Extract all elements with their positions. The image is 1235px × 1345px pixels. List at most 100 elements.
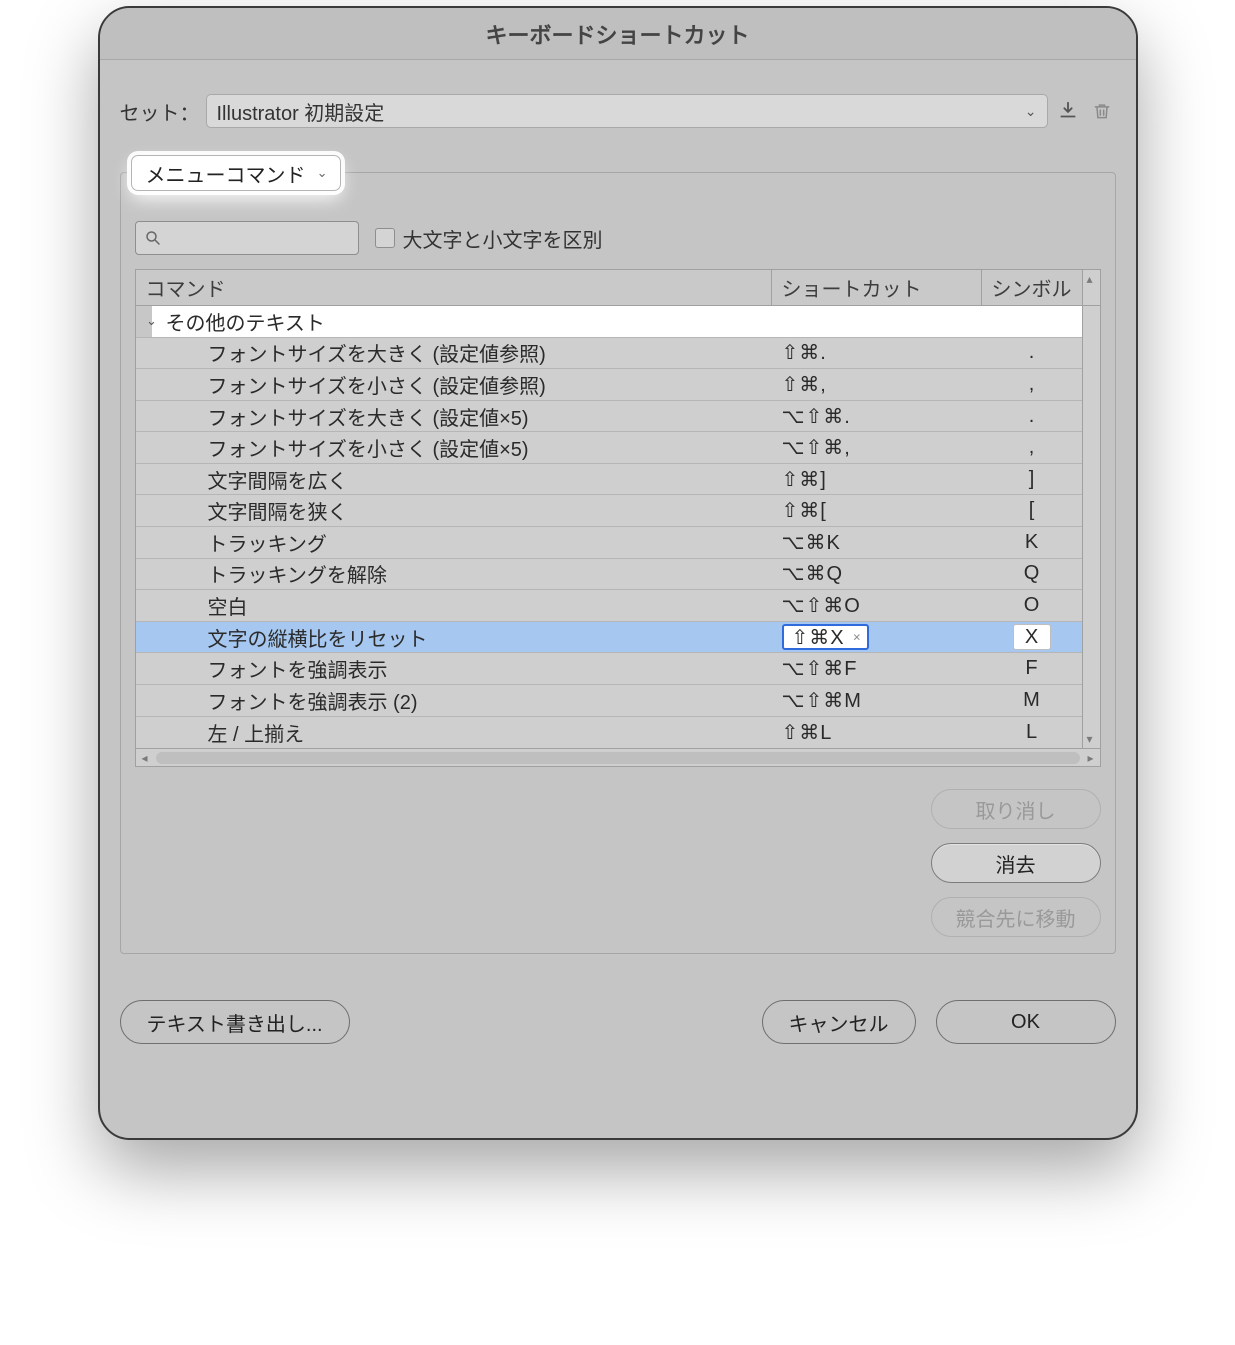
symbol-label: [	[1029, 499, 1035, 522]
table-row[interactable]: フォントサイズを小さく (設定値×5) ⌥⇧⌘,,	[136, 432, 1082, 464]
checkbox-icon	[375, 228, 395, 248]
export-text-button[interactable]: テキスト書き出し...	[120, 1000, 350, 1044]
undo-button[interactable]: 取り消し	[931, 789, 1101, 829]
symbol-edit-field[interactable]: X	[1013, 624, 1051, 650]
delete-set-button[interactable]	[1088, 97, 1116, 125]
set-label: セット：	[120, 97, 200, 126]
scroll-right-icon: ▸	[1082, 751, 1100, 765]
symbol-label: L	[1026, 721, 1037, 744]
clear-button[interactable]: 消去	[931, 843, 1101, 883]
table-row[interactable]: フォントサイズを大きく (設定値参照) ⇧⌘..	[136, 338, 1082, 370]
command-label: トラッキングを解除	[208, 559, 387, 588]
dialog-footer: テキスト書き出し... キャンセル OK	[120, 1000, 1116, 1044]
symbol-label: ,	[1029, 436, 1035, 459]
scroll-up-icon: ▴	[1087, 272, 1093, 286]
shortcut-label: ⌥⌘K	[782, 530, 841, 555]
trash-icon	[1092, 100, 1112, 122]
table-header: コマンド ショートカット シンボル ▴	[136, 270, 1100, 306]
shortcut-label: ⌥⇧⌘M	[782, 688, 862, 713]
command-label: フォントサイズを小さく (設定値×5)	[208, 433, 529, 462]
command-label: 文字間隔を狭く	[208, 496, 348, 525]
category-select-value: メニューコマンド	[146, 159, 306, 188]
shortcut-label: ⌥⌘Q	[782, 561, 844, 586]
command-label: フォントサイズを大きく (設定値参照)	[208, 338, 546, 367]
command-label: フォントサイズを大きく (設定値×5)	[208, 402, 529, 431]
scroll-track	[156, 752, 1080, 764]
shortcut-edit-field[interactable]: ⇧⌘X×	[782, 624, 869, 650]
shortcut-label: ⇧⌘]	[782, 467, 827, 492]
symbol-label: O	[1024, 594, 1040, 617]
table-row[interactable]: 文字間隔を広く ⇧⌘]]	[136, 464, 1082, 496]
horizontal-scrollbar[interactable]: ◂ ▸	[136, 748, 1100, 766]
command-label: 空白	[208, 591, 248, 620]
ok-button[interactable]: OK	[936, 1000, 1116, 1044]
shortcut-label: ⌥⇧⌘,	[782, 435, 851, 460]
shortcuts-group: メニューコマンド ⌄ 大文字と小文字を区別	[120, 172, 1116, 954]
cancel-button[interactable]: キャンセル	[762, 1000, 916, 1044]
chevron-down-icon: ⌄	[1025, 103, 1037, 120]
table-row[interactable]: 左 / 上揃え ⇧⌘L L	[136, 717, 1082, 748]
shortcut-label: ⌥⇧⌘O	[782, 593, 861, 618]
group-row[interactable]: ⌄ その他のテキスト	[136, 306, 1082, 338]
save-set-button[interactable]	[1054, 97, 1082, 125]
command-label: 文字間隔を広く	[208, 465, 348, 494]
table-row[interactable]: 空白 ⌥⇧⌘O O	[136, 590, 1082, 622]
symbol-label: ,	[1029, 373, 1035, 396]
symbol-label: .	[1029, 341, 1035, 364]
symbol-label: ]	[1029, 468, 1035, 491]
shortcut-label: ⇧⌘.	[782, 340, 827, 365]
set-row: セット： Illustrator 初期設定 ⌄	[120, 94, 1116, 128]
shortcut-label: ⌥⇧⌘.	[782, 404, 851, 429]
table-row[interactable]: フォントサイズを大きく (設定値×5) ⌥⇧⌘..	[136, 401, 1082, 433]
dialog-title: キーボードショートカット	[485, 18, 749, 50]
dialog-content: セット： Illustrator 初期設定 ⌄	[100, 60, 1136, 1138]
scroll-down-icon: ▾	[1087, 732, 1093, 746]
goto-conflict-button[interactable]: 競合先に移動	[931, 897, 1101, 937]
command-label: フォントサイズを小さく (設定値参照)	[208, 370, 546, 399]
side-buttons: 取り消し 消去 競合先に移動	[135, 789, 1101, 937]
search-row: 大文字と小文字を区別	[135, 221, 1101, 255]
case-sensitive-label: 大文字と小文字を区別	[403, 224, 603, 253]
column-shortcut[interactable]: ショートカット	[772, 270, 982, 305]
table-row[interactable]: フォントサイズを小さく (設定値参照) ⇧⌘,,	[136, 369, 1082, 401]
command-label: 左 / 上揃え	[208, 718, 305, 747]
dialog-titlebar: キーボードショートカット	[100, 8, 1136, 60]
set-select[interactable]: Illustrator 初期設定 ⌄	[206, 94, 1048, 128]
table-row[interactable]: フォントを強調表示 (2) ⌥⇧⌘M M	[136, 685, 1082, 717]
command-label: 文字の縦横比をリセット	[208, 623, 428, 652]
vertical-scrollbar[interactable]: ▾	[1082, 306, 1100, 748]
case-sensitive-checkbox[interactable]: 大文字と小文字を区別	[375, 224, 603, 253]
search-icon	[144, 229, 162, 247]
table-row[interactable]: 文字間隔を狭く ⇧⌘[ [	[136, 495, 1082, 527]
download-icon	[1057, 100, 1079, 122]
symbol-label: F	[1025, 657, 1037, 680]
category-select[interactable]: メニューコマンド ⌄	[131, 155, 341, 191]
shortcut-label: ⇧⌘[	[782, 498, 827, 523]
keyboard-shortcuts-dialog: キーボードショートカット セット： Illustrator 初期設定 ⌄	[98, 6, 1138, 1140]
search-input[interactable]	[135, 221, 359, 255]
chevron-down-icon: ⌄	[144, 313, 160, 329]
column-symbol[interactable]: シンボル	[982, 270, 1082, 305]
symbol-label: Q	[1024, 562, 1040, 585]
vertical-scrollbar-header[interactable]: ▴	[1082, 270, 1100, 305]
column-command[interactable]: コマンド	[136, 270, 772, 305]
symbol-label: .	[1029, 405, 1035, 428]
shortcut-label: ⌥⇧⌘F	[782, 656, 858, 681]
clear-shortcut-icon[interactable]: ×	[853, 630, 862, 645]
symbol-label: M	[1023, 689, 1040, 712]
group-name: その他のテキスト	[166, 307, 325, 336]
table-row[interactable]: トラッキングを解除 ⌥⌘Q Q	[136, 559, 1082, 591]
command-label: トラッキング	[208, 528, 327, 557]
set-select-value: Illustrator 初期設定	[217, 97, 385, 126]
command-label: フォントを強調表示 (2)	[208, 686, 418, 715]
chevron-down-icon: ⌄	[317, 165, 328, 181]
table-row[interactable]: トラッキング⌥⌘KK	[136, 527, 1082, 559]
shortcuts-table: コマンド ショートカット シンボル ▴ ⌄ その他のテキスト	[135, 269, 1101, 767]
table-body: ⌄ その他のテキスト フォントサイズを大きく (設定値参照)⇧⌘..フォントサイ…	[136, 306, 1082, 748]
table-row[interactable]: 文字の縦横比をリセット ⇧⌘X× X	[136, 622, 1082, 654]
shortcut-label: ⇧⌘L	[782, 720, 833, 745]
command-label: フォントを強調表示	[208, 654, 388, 683]
shortcut-label: ⇧⌘,	[782, 372, 827, 397]
table-row[interactable]: フォントを強調表示 ⌥⇧⌘F F	[136, 653, 1082, 685]
scroll-left-icon: ◂	[136, 751, 154, 765]
